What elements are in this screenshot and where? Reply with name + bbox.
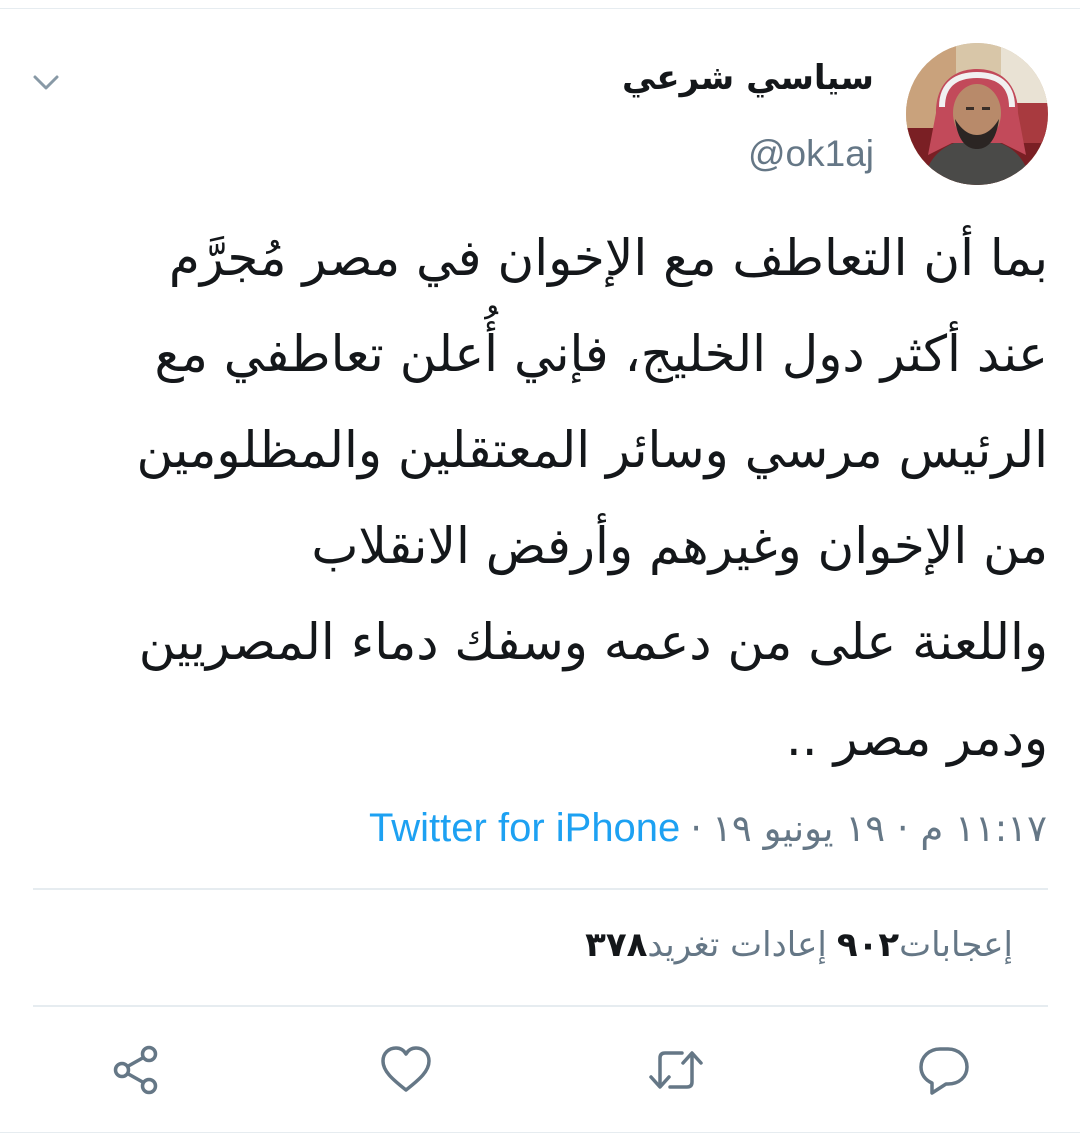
tweet-text-line: من الإخوان وغيرهم وأرفض الانقلاب [311, 517, 1048, 575]
tweet-text: بما أن التعاطف مع الإخوان في مصر مُجرَّم… [34, 210, 1049, 786]
tweet-meta: Twitter for iPhone · ١١:١٧ م · ١٩ يونيو … [369, 800, 1047, 856]
share-icon [108, 1042, 164, 1102]
likes-stat[interactable]: ٩٠٢ إعجابات [827, 925, 1013, 965]
user-handle[interactable]: @ok1aj [748, 133, 874, 175]
display-name[interactable]: سياسي شرعي [622, 58, 874, 98]
avatar[interactable] [906, 43, 1048, 185]
retweets-stat[interactable]: ٣٧٨ إعادات تغريد [575, 925, 827, 965]
meta-separator: · [690, 806, 703, 850]
like-button[interactable] [374, 1040, 438, 1104]
action-bar [0, 1040, 1080, 1104]
tweet-text-line: عند أكثر دول الخليج، فإني أُعلن تعاطفي م… [154, 325, 1048, 383]
retweet-button[interactable] [644, 1040, 708, 1104]
likes-label: إعجابات [899, 925, 1013, 965]
retweets-label: إعادات تغريد [647, 925, 827, 965]
retweet-icon [646, 1042, 706, 1102]
bottom-divider [0, 1132, 1080, 1133]
retweets-count: ٣٧٨ [585, 925, 648, 965]
share-button[interactable] [104, 1040, 168, 1104]
tweet-header: سياسي شرعي @ok1aj [0, 0, 1080, 200]
timestamp[interactable]: ١١:١٧ م · ١٩ يونيو ١٩ [712, 807, 1047, 850]
tweet-text-line: بما أن التعاطف مع الإخوان في مصر مُجرَّم [168, 229, 1048, 287]
divider [33, 888, 1048, 890]
tweet-text-line: واللعنة على من دعمه وسفك دماء المصريين [138, 613, 1048, 671]
likes-count: ٩٠٢ [836, 925, 900, 965]
divider [33, 1005, 1048, 1007]
engagement-stats: ٣٧٨ إعادات تغريد ٩٠٢ إعجابات [575, 917, 1047, 973]
source-link[interactable]: Twitter for iPhone [369, 806, 680, 851]
heart-icon [378, 1042, 434, 1102]
reply-button[interactable] [912, 1040, 976, 1104]
tweet-text-line: الرئيس مرسي وسائر المعتقلين والمظلومين [136, 421, 1049, 479]
chevron-down-icon[interactable] [30, 66, 62, 98]
reply-icon [916, 1042, 972, 1102]
tweet-text-line: ودمر مصر .. [785, 709, 1048, 767]
